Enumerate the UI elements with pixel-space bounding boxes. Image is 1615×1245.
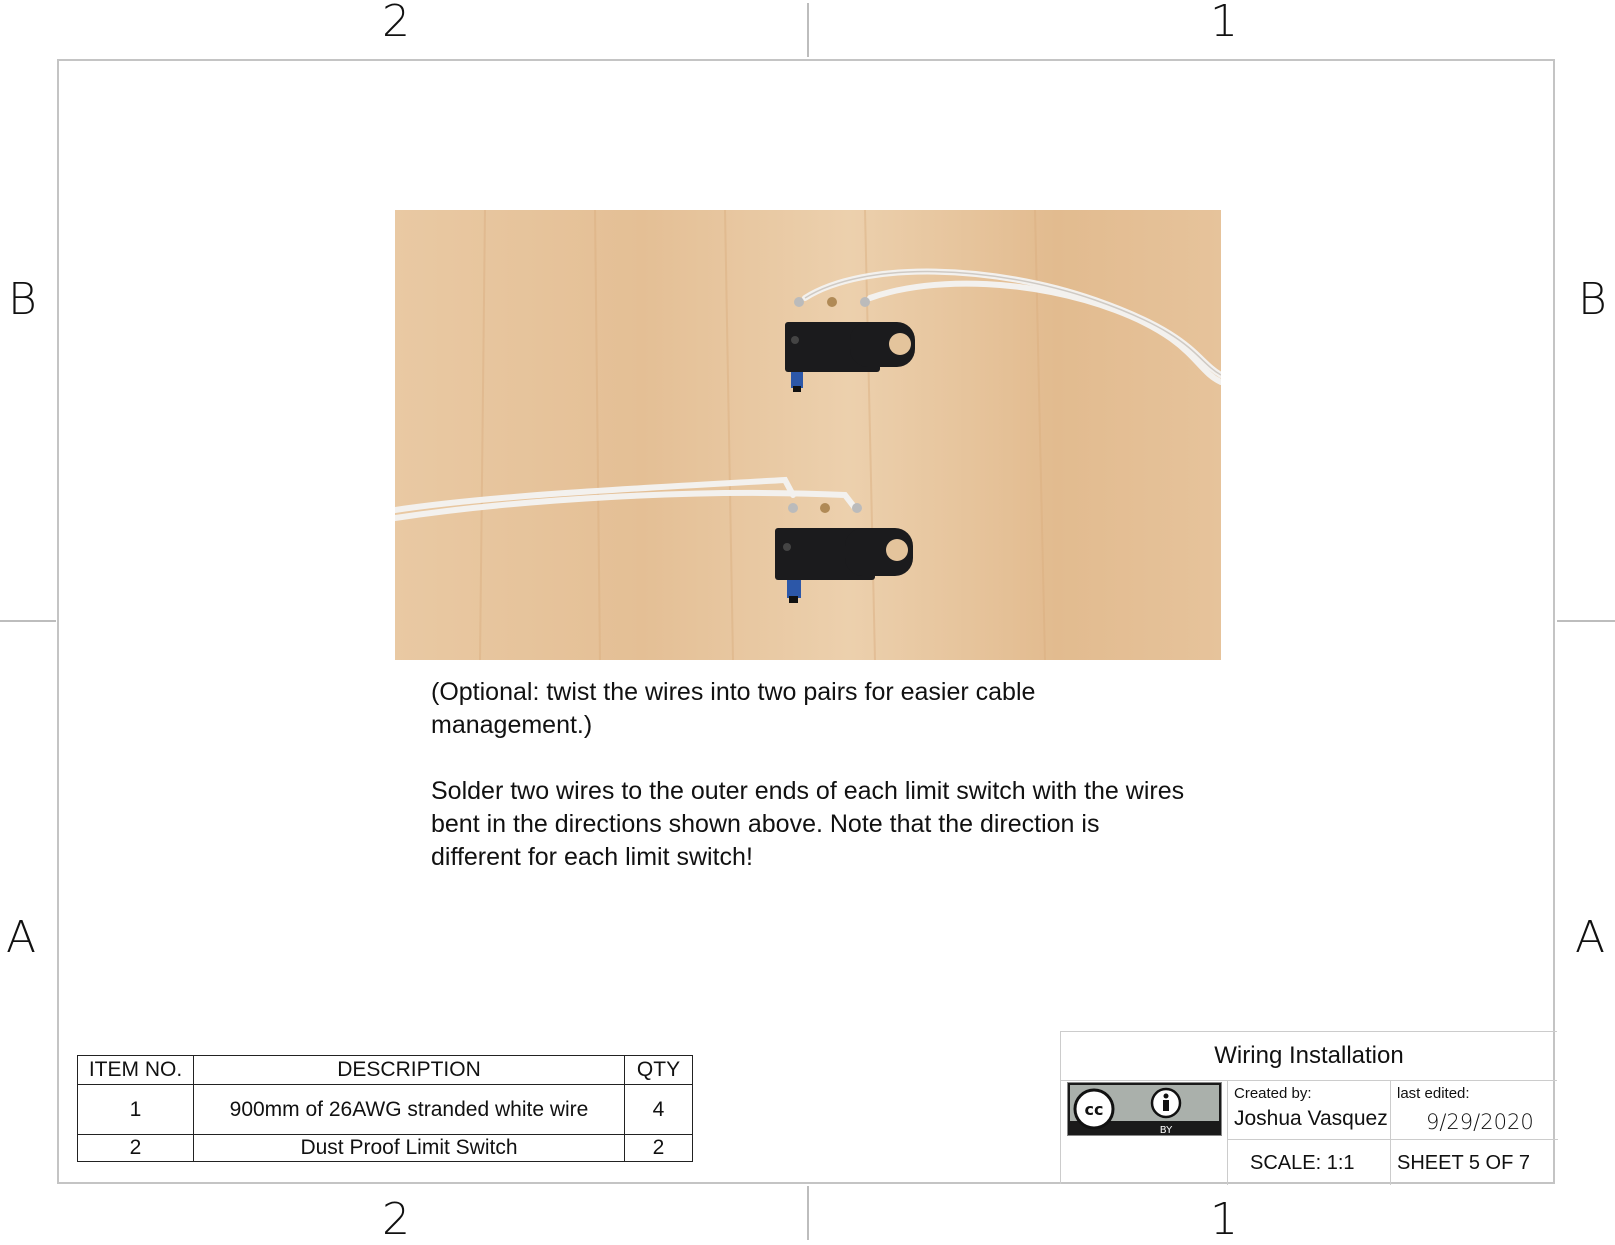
title-block: Wiring Installation cc BY Created by: Jo… xyxy=(1060,1031,1558,1185)
sheet-number: SHEET 5 OF 7 xyxy=(1397,1152,1531,1174)
bom-qty: 4 xyxy=(624,1084,693,1135)
last-edited-cell: last edited: 9/29/2020 xyxy=(1390,1080,1558,1140)
note-optional-twist: (Optional: twist the wires into two pair… xyxy=(431,678,1036,739)
bom-item-no: 2 xyxy=(77,1134,194,1162)
bom-header-item: ITEM NO. xyxy=(77,1055,194,1085)
scale-value: SCALE: 1:1 xyxy=(1250,1152,1355,1174)
zone-label-right-b: B xyxy=(1578,274,1607,325)
created-by-cell: Created by: Joshua Vasquez xyxy=(1227,1080,1390,1140)
author-name: Joshua Vasquez xyxy=(1234,1107,1388,1130)
bom-qty: 2 xyxy=(624,1134,693,1162)
edit-date: 9/29/2020 xyxy=(1426,1110,1534,1134)
svg-text:cc: cc xyxy=(1085,1100,1104,1119)
zone-label-bottom-2: 2 xyxy=(382,1194,410,1245)
tick-bottom-center xyxy=(807,1186,809,1240)
tick-top-center xyxy=(807,3,809,57)
zone-label-left-b: B xyxy=(8,274,37,325)
cc-by-icon: cc BY xyxy=(1067,1082,1222,1136)
zone-label-top-2: 2 xyxy=(382,0,410,47)
bom-description: 900mm of 26AWG stranded white wire xyxy=(193,1084,625,1135)
scale-cell: SCALE: 1:1 xyxy=(1227,1140,1390,1185)
tick-right-middle xyxy=(1557,620,1615,622)
bill-of-materials-table: ITEM NO. DESCRIPTION QTY 1 900mm of 26AW… xyxy=(77,1055,693,1162)
limit-switch-photo xyxy=(395,210,1221,660)
bom-header-description: DESCRIPTION xyxy=(193,1055,625,1085)
table-row: 1 900mm of 26AWG stranded white wire 4 xyxy=(77,1084,693,1135)
drawing-title: Wiring Installation xyxy=(1061,1032,1557,1081)
bom-item-no: 1 xyxy=(77,1084,194,1135)
bom-header-qty: QTY xyxy=(624,1055,693,1085)
sheet-cell: SHEET 5 OF 7 xyxy=(1390,1140,1558,1185)
note-solder-instruction: Solder two wires to the outer ends of ea… xyxy=(431,777,1185,871)
bom-description: Dust Proof Limit Switch xyxy=(193,1134,625,1162)
zone-label-right-a: A xyxy=(1575,912,1606,963)
last-edited-label: last edited: xyxy=(1397,1085,1470,1102)
created-by-label: Created by: xyxy=(1234,1085,1312,1102)
bom-header-row: ITEM NO. DESCRIPTION QTY xyxy=(77,1055,693,1085)
zone-label-bottom-1: 1 xyxy=(1210,1194,1238,1245)
zone-label-left-a: A xyxy=(6,912,37,963)
table-row: 2 Dust Proof Limit Switch 2 xyxy=(77,1134,693,1162)
license-text: BY xyxy=(1160,1125,1173,1135)
tick-left-middle xyxy=(0,620,56,622)
zone-label-top-1: 1 xyxy=(1210,0,1238,47)
